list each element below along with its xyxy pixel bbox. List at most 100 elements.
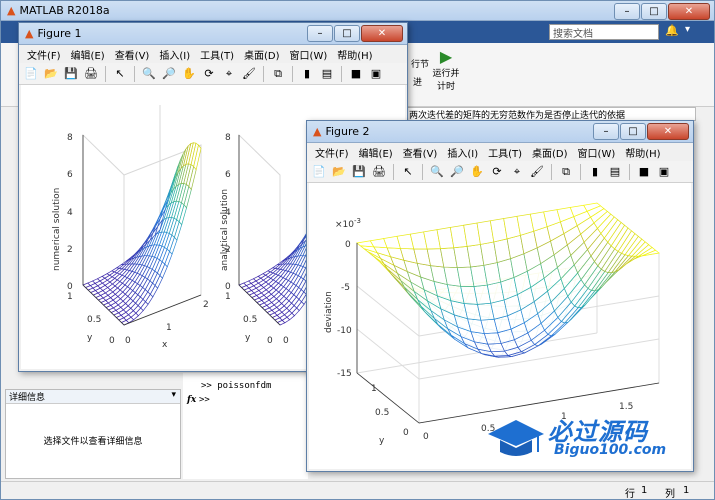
left-xlabel: x: [162, 340, 168, 350]
close-button[interactable]: ✕: [668, 3, 710, 20]
figure2-titlebar[interactable]: ▲ Figure 2 – □ ✕: [307, 121, 693, 143]
fig2-ztick-0: 0: [345, 240, 351, 250]
right-ytick-2: 0: [267, 336, 273, 346]
fig1-menu-help[interactable]: 帮助(H): [337, 47, 372, 62]
details-panel: 详细信息 ▾ 选择文件以查看详细信息: [5, 389, 181, 479]
legend-icon[interactable]: ▤: [319, 66, 335, 82]
bell-icon[interactable]: 🔔: [665, 24, 681, 40]
figure1-maximize-button[interactable]: □: [334, 25, 360, 42]
data-cursor-icon[interactable]: ⌖: [221, 66, 237, 82]
open-file-icon[interactable]: 📂: [331, 164, 347, 180]
open-file-icon[interactable]: 📂: [43, 66, 59, 82]
chevron-down-icon[interactable]: ▾: [171, 390, 180, 403]
fig2-ztick-1: -5: [341, 283, 350, 293]
figure2-title: Figure 2: [325, 125, 370, 138]
fig2-exponent: ×10-3: [335, 217, 361, 230]
minimize-button[interactable]: –: [614, 3, 640, 20]
pan-icon[interactable]: ✋: [181, 66, 197, 82]
search-placeholder: 搜索文档: [553, 29, 593, 40]
show-plot-tools-icon[interactable]: ▣: [656, 164, 672, 180]
fig2-menu-window[interactable]: 窗口(W): [578, 145, 616, 160]
data-cursor-icon[interactable]: ⌖: [509, 164, 525, 180]
left-xtick-2: 2: [203, 300, 209, 310]
zoom-out-icon[interactable]: 🔎: [449, 164, 465, 180]
matlab-logo-icon: ▲: [7, 4, 16, 17]
show-plot-tools-icon[interactable]: ▣: [368, 66, 384, 82]
link-plot-icon[interactable]: ⧉: [270, 66, 286, 82]
right-xtick-0: 0: [283, 336, 289, 346]
fig1-menu-tools[interactable]: 工具(T): [200, 47, 234, 62]
watermark-url: Biguo100.com: [554, 442, 667, 458]
command-window[interactable]: >> poissonfdm fx >>: [183, 373, 308, 479]
print-icon[interactable]: 🖨: [83, 66, 99, 82]
pan-icon[interactable]: ✋: [469, 164, 485, 180]
fig1-menu-edit[interactable]: 编辑(E): [71, 47, 105, 62]
zoom-out-icon[interactable]: 🔎: [161, 66, 177, 82]
save-icon[interactable]: 💾: [351, 164, 367, 180]
watermark-logo: 必过源码 Biguo100.com: [486, 410, 696, 466]
fig2-ytick-2: 0: [403, 428, 409, 438]
fig2-menu-edit[interactable]: 编辑(E): [359, 145, 393, 160]
new-figure-icon[interactable]: 📄: [23, 66, 39, 82]
fig2-menu-insert[interactable]: 插入(I): [447, 145, 478, 160]
fig2-menu-file[interactable]: 文件(F): [315, 145, 349, 160]
fig1-menu-view[interactable]: 查看(V): [115, 47, 150, 62]
figure1-close-button[interactable]: ✕: [361, 25, 403, 42]
fig1-menu-insert[interactable]: 插入(I): [159, 47, 190, 62]
pointer-icon[interactable]: ↖: [400, 164, 416, 180]
run-time-label-2: 计时: [436, 82, 455, 92]
ribbon-step-label[interactable]: 行节: [411, 57, 429, 70]
editor-area: 两次迭代差的矩阵的无穷范数作为是否停止迭代的依据: [406, 107, 696, 121]
figure2-maximize-button[interactable]: □: [620, 123, 646, 140]
fig2-menu-help[interactable]: 帮助(H): [625, 145, 660, 160]
print-icon[interactable]: 🖨: [371, 164, 387, 180]
right-ztick-1: 6: [225, 170, 231, 180]
details-header[interactable]: 详细信息 ▾: [6, 390, 180, 404]
fig1-menu-file[interactable]: 文件(F): [27, 47, 61, 62]
search-box[interactable]: 搜索文档: [549, 24, 659, 40]
colorbar-icon[interactable]: ▮: [299, 66, 315, 82]
right-ylabel: y: [245, 333, 251, 343]
left-ztick-0: 8: [67, 133, 73, 143]
rotate-icon[interactable]: ⟳: [201, 66, 217, 82]
profile-dropdown[interactable]: ▾: [685, 24, 711, 40]
graduation-cap-icon: [488, 420, 544, 456]
figure2-close-button[interactable]: ✕: [647, 123, 689, 140]
left-xtick-0: 0: [125, 336, 131, 346]
left-ytick-2: 0: [109, 336, 115, 346]
details-header-label: 详细信息: [9, 393, 46, 403]
new-figure-icon[interactable]: 📄: [311, 164, 327, 180]
figure-icon: ▲: [25, 27, 34, 40]
legend-icon[interactable]: ▤: [607, 164, 623, 180]
figure2-minimize-button[interactable]: –: [593, 123, 619, 140]
fig2-menu-view[interactable]: 查看(V): [403, 145, 438, 160]
save-icon[interactable]: 💾: [63, 66, 79, 82]
fig2-xtick-3: 0: [423, 432, 429, 442]
brush-icon[interactable]: 🖌: [241, 66, 257, 82]
run-and-time-button[interactable]: ▶ 运行并 计时: [431, 47, 461, 93]
fig2-menu-tools[interactable]: 工具(T): [488, 145, 522, 160]
fig2-menu-desktop[interactable]: 桌面(D): [532, 145, 568, 160]
brush-icon[interactable]: 🖌: [529, 164, 545, 180]
pointer-icon[interactable]: ↖: [112, 66, 128, 82]
status-col-label: 列: [665, 489, 675, 500]
left-xtick-1: 1: [166, 323, 172, 333]
figure1-titlebar[interactable]: ▲ Figure 1 – □ ✕: [19, 23, 407, 45]
maximize-button[interactable]: □: [641, 3, 667, 20]
fig2-zlabel: deviation: [324, 291, 334, 333]
hide-plot-tools-icon[interactable]: ■: [348, 66, 364, 82]
fig2-ylabel: y: [379, 436, 385, 446]
rotate-icon[interactable]: ⟳: [489, 164, 505, 180]
colorbar-icon[interactable]: ▮: [587, 164, 603, 180]
fig1-menu-window[interactable]: 窗口(W): [290, 47, 328, 62]
left-surface-mesh: [82, 142, 202, 326]
ribbon-advance-label[interactable]: 进: [413, 75, 422, 88]
hide-plot-tools-icon[interactable]: ■: [636, 164, 652, 180]
zoom-in-icon[interactable]: 🔍: [141, 66, 157, 82]
link-plot-icon[interactable]: ⧉: [558, 164, 574, 180]
zoom-in-icon[interactable]: 🔍: [429, 164, 445, 180]
fig2-exponent-base: ×10: [335, 220, 354, 230]
figure1-minimize-button[interactable]: –: [307, 25, 333, 42]
right-ytick-0: 1: [225, 292, 231, 302]
fig1-menu-desktop[interactable]: 桌面(D): [244, 47, 280, 62]
